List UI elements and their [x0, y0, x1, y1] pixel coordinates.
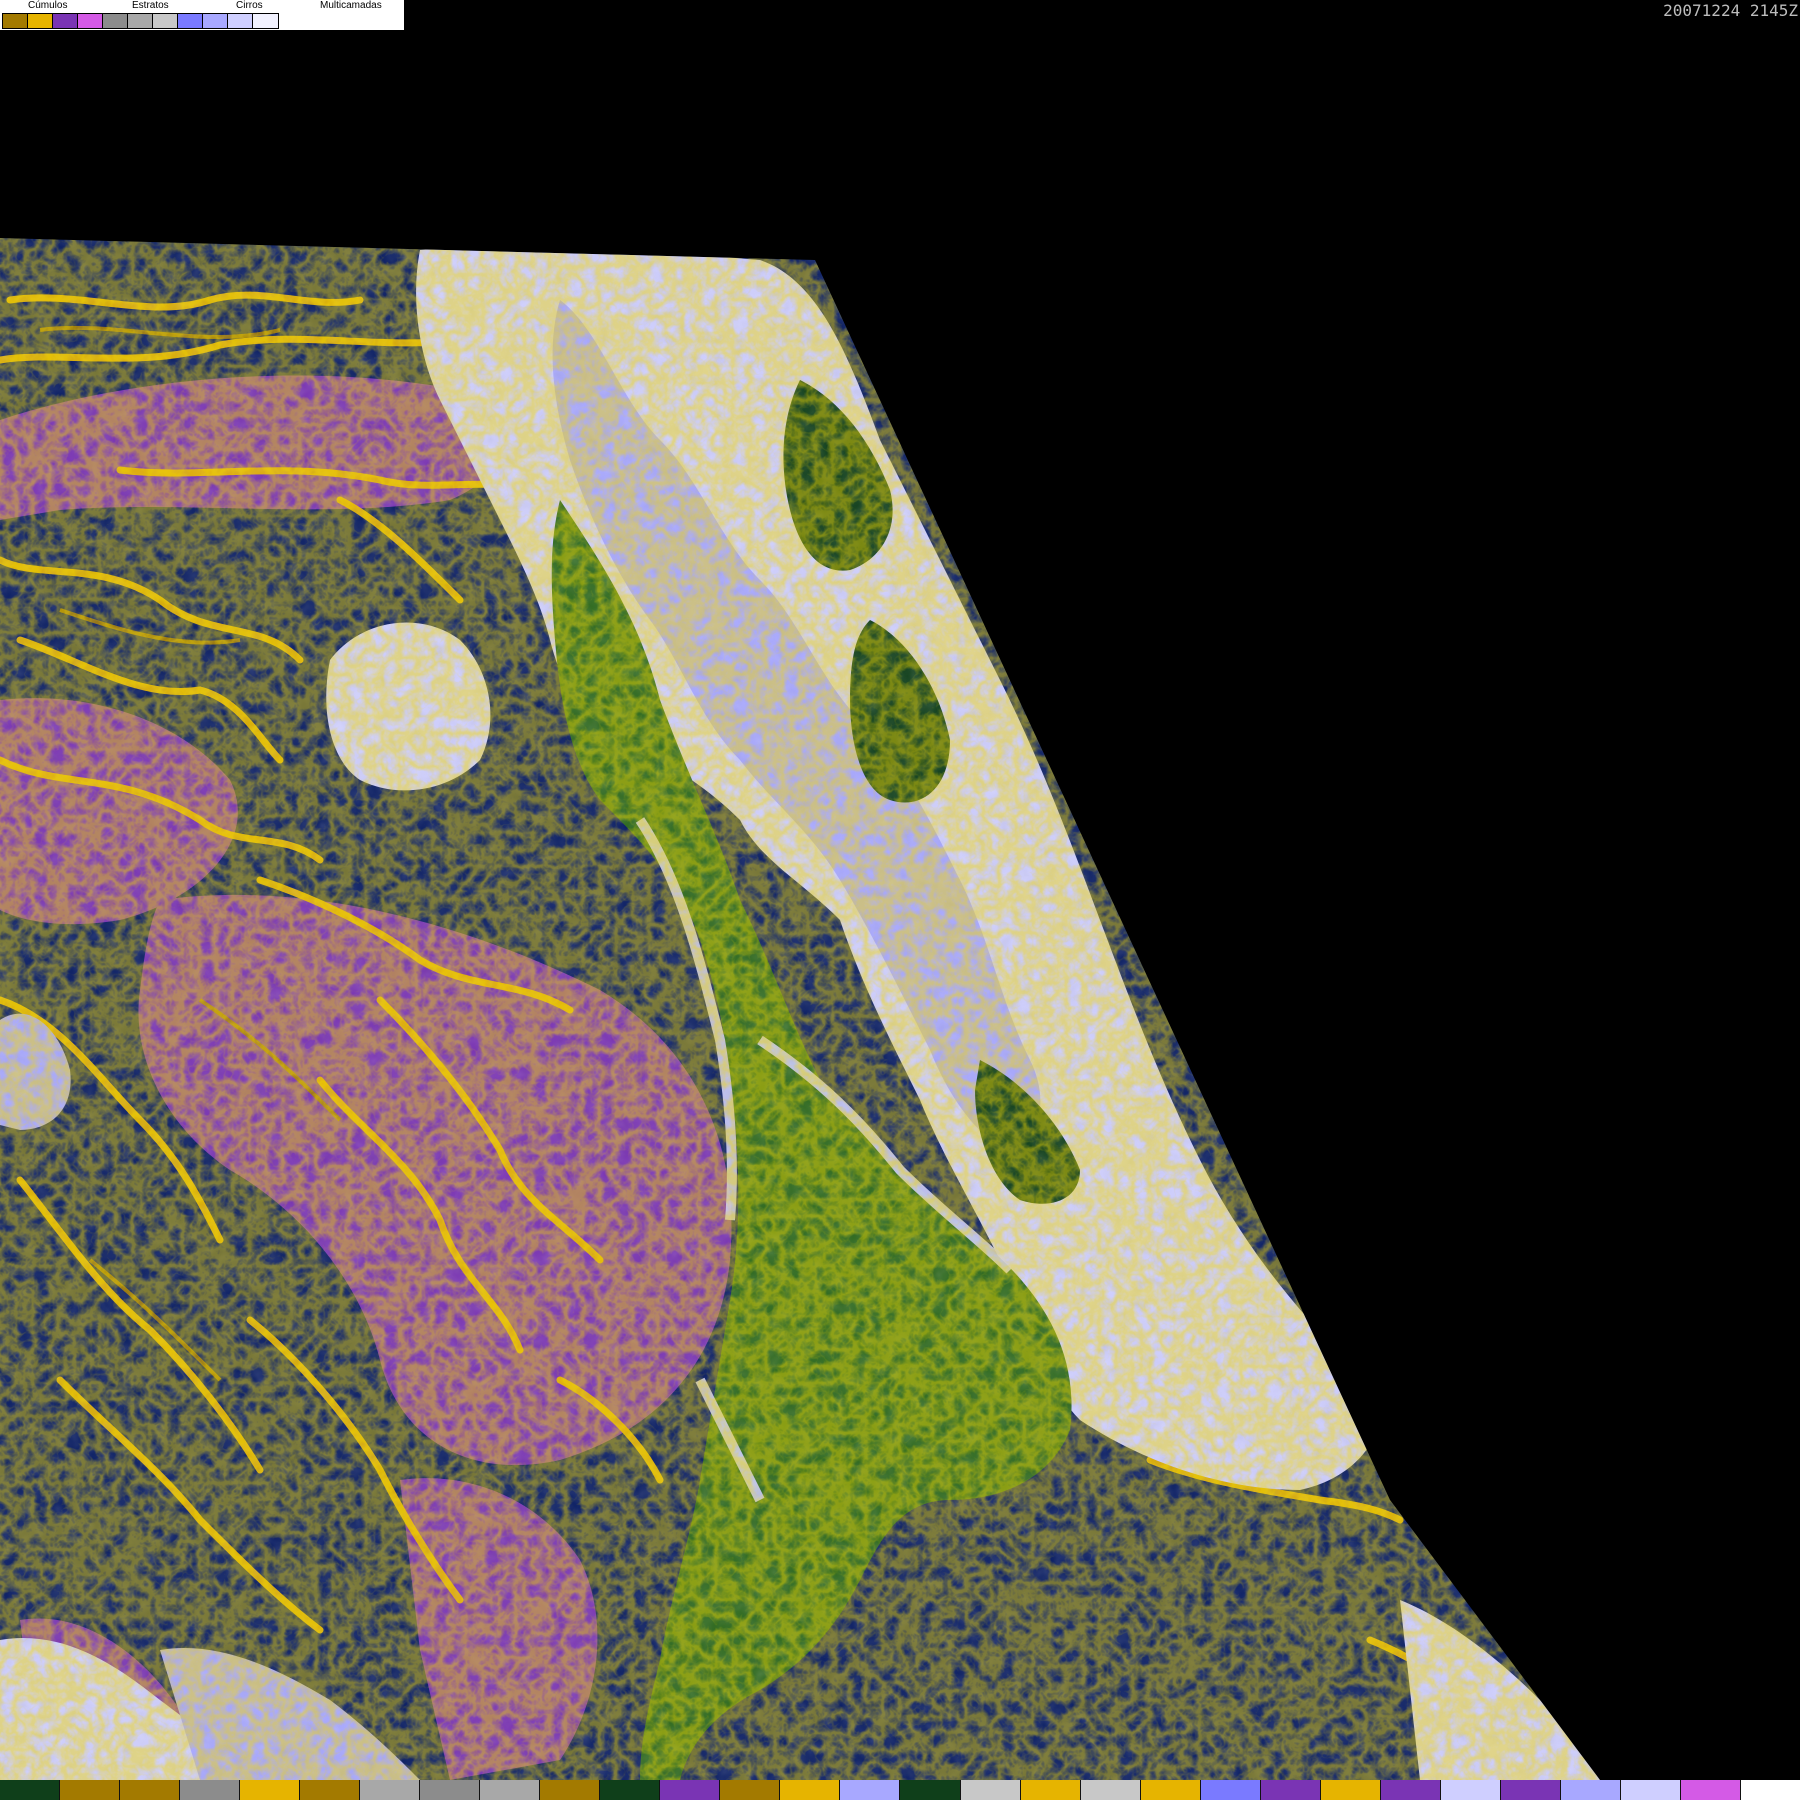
- strip-cell-6: [360, 1780, 421, 1800]
- strip-cell-24: [1440, 1780, 1501, 1800]
- satellite-image: [0, 0, 1800, 1800]
- cloud-type-legend: Cúmulos Estratos Cirros Multicamadas: [0, 0, 405, 31]
- legend-swatches: [2, 13, 279, 29]
- legend-swatch-3-3: [253, 14, 278, 28]
- legend-swatch-2-2: [153, 14, 178, 28]
- strip-cell-26: [1560, 1780, 1621, 1800]
- legend-swatch-1-0: [53, 14, 78, 28]
- strip-cell-19: [1140, 1780, 1201, 1800]
- strip-cell-25: [1500, 1780, 1561, 1800]
- strip-cell-1: [60, 1780, 121, 1800]
- strip-cell-4: [240, 1780, 301, 1800]
- strip-cell-2: [120, 1780, 181, 1800]
- strip-cell-15: [900, 1780, 961, 1800]
- bottom-color-strip: [0, 1780, 1800, 1800]
- image-timestamp: 20071224 2145Z: [1663, 1, 1798, 20]
- legend-swatch-2-1: [128, 14, 153, 28]
- legend-swatch-0-0: [3, 14, 28, 28]
- strip-cell-28: [1680, 1780, 1741, 1800]
- strip-cell-16: [960, 1780, 1021, 1800]
- strip-cell-11: [660, 1780, 721, 1800]
- strip-cell-12: [720, 1780, 781, 1800]
- legend-swatch-3-0: [178, 14, 203, 28]
- strip-cell-9: [540, 1780, 601, 1800]
- strip-cell-27: [1620, 1780, 1681, 1800]
- strip-cell-8: [480, 1780, 541, 1800]
- legend-label-stratus: Estratos: [132, 0, 169, 11]
- strip-cell-20: [1200, 1780, 1261, 1800]
- strip-cell-21: [1260, 1780, 1321, 1800]
- strip-cell-0: [0, 1780, 61, 1800]
- legend-label-cirrus: Cirros: [236, 0, 263, 11]
- legend-swatch-2-0: [103, 14, 128, 28]
- legend-swatch-3-1: [203, 14, 228, 28]
- strip-cell-13: [780, 1780, 841, 1800]
- strip-cell-10: [600, 1780, 661, 1800]
- strip-cell-14: [840, 1780, 901, 1800]
- strip-cell-29: [1740, 1780, 1800, 1800]
- legend-label-multilayer: Multicamadas: [320, 0, 382, 11]
- strip-cell-5: [300, 1780, 361, 1800]
- strip-cell-17: [1020, 1780, 1081, 1800]
- legend-swatch-3-2: [228, 14, 253, 28]
- legend-swatch-0-1: [28, 14, 53, 28]
- strip-cell-7: [420, 1780, 481, 1800]
- legend-swatch-1-1: [78, 14, 103, 28]
- strip-cell-18: [1080, 1780, 1141, 1800]
- strip-cell-23: [1380, 1780, 1441, 1800]
- strip-cell-22: [1320, 1780, 1381, 1800]
- legend-label-cumulus: Cúmulos: [28, 0, 68, 11]
- strip-cell-3: [180, 1780, 241, 1800]
